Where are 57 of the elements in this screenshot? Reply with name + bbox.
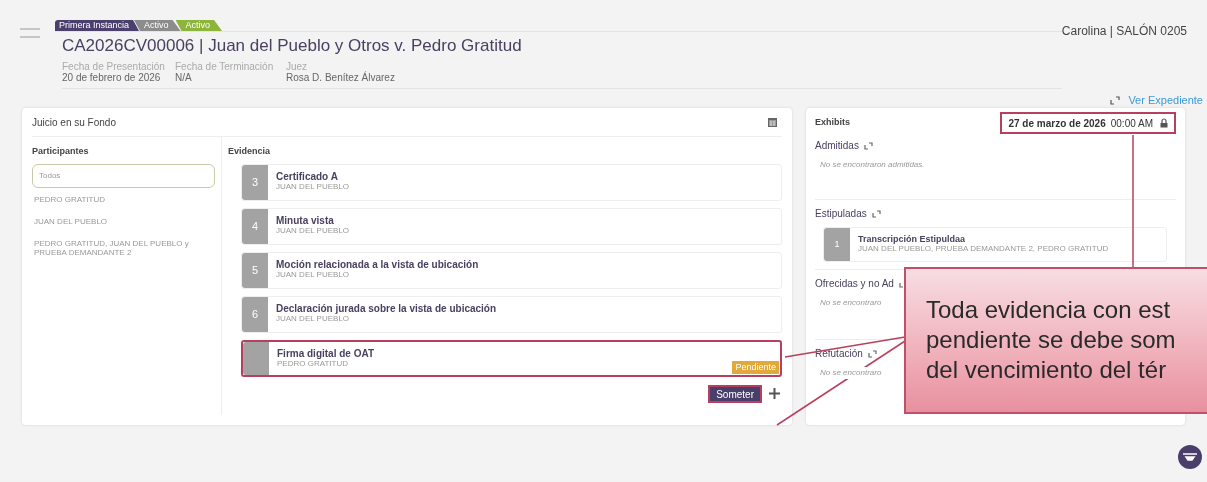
expand-icon[interactable] [867, 349, 877, 358]
add-icon[interactable] [769, 388, 780, 399]
section-title: Refutación [815, 347, 863, 361]
number-tab: 6 [242, 296, 268, 332]
exhibit-title: Transcripción Estipuldaa [858, 234, 967, 244]
evidence-party: JUAN DEL PUEBLO [276, 181, 350, 192]
number-tab: 5 [242, 252, 268, 288]
evidence-card[interactable]: 6 Declaración jurada sobre la vista de ubicación JUAN DEL PUEBLO [241, 295, 782, 333]
status-badge: Pendiente [732, 360, 779, 374]
expand-icon[interactable] [1110, 95, 1121, 105]
field-label: Juez [286, 61, 309, 72]
status-badge: Activo [175, 20, 223, 31]
panel-title: Juicio en su Fondo [32, 115, 116, 130]
column-heading: Evidencia [228, 145, 272, 158]
field-label: Fecha de Terminación [175, 61, 275, 72]
evidence-party: JUAN DEL PUEBLO [276, 313, 350, 324]
number-tab: 4 [242, 208, 268, 244]
deadline-time: 00:00 AM [1110, 116, 1153, 131]
submit-button[interactable]: Someter [708, 384, 762, 403]
number-tab: 3 [242, 164, 268, 200]
user-location: Carolina | SALÓN 0205 [1061, 22, 1187, 40]
field-value: 20 de febrero de 2026 [62, 72, 162, 83]
evidence-title: Declaración jurada sobre la vista de ubicación [276, 302, 497, 314]
callout-text: Toda evidencia con est [926, 295, 1171, 325]
field-value: N/A [175, 72, 193, 83]
evidence-card[interactable]: 3 Certificado A JUAN DEL PUEBLO [241, 163, 782, 201]
number-tab [243, 341, 269, 375]
evidence-title: Firma digital de OAT [277, 347, 375, 359]
section-title: Admitidas [815, 139, 859, 153]
section-title: Estipuladas [815, 207, 867, 221]
exhibit-party: JUAN DEL PUEBLO, PRUEBA DEMANDANTE 2, PEDRO GRATITUD [858, 244, 1109, 254]
expand-icon[interactable] [863, 141, 873, 150]
number-tab: 1 [824, 228, 850, 261]
field-value: Rosa D. Benítez Álvarez [286, 72, 396, 83]
evidence-card[interactable]: Firma digital de OAT PEDRO GRATITUD Pendiente [241, 339, 782, 377]
callout-text: pendiente se debe som [926, 325, 1176, 355]
lock-icon[interactable] [1160, 118, 1168, 128]
status-badge: Primera Instancia [55, 20, 140, 31]
evidence-party: JUAN DEL PUEBLO [276, 225, 350, 236]
evidence-title: Moción relacionada a la vista de ubicación [276, 258, 479, 270]
calendar-icon[interactable] [768, 117, 777, 127]
evidence-party: PEDRO GRATITUD [277, 358, 349, 369]
evidence-title: Certificado A [276, 170, 339, 182]
empty-message: No se encontraro [820, 367, 882, 379]
exhibit-card[interactable]: 1 Transcripción Estipuldaa JUAN DEL PUEBLO, PRUEBA DEMANDANTE 2, PEDRO GRATITUD [823, 227, 1167, 262]
evidence-card[interactable]: 5 Moción relacionada a la vista de ubicación JUAN DEL PUEBLO [241, 251, 782, 289]
evidence-card[interactable]: 4 Minuta vista JUAN DEL PUEBLO [241, 207, 782, 245]
case-title: CA2026CV00006 | Juan del Pueblo y Otros v. Pedro Gratitud [62, 35, 523, 57]
column-heading: Participantes [32, 145, 90, 158]
panel-title: Exhibits [815, 116, 850, 130]
expand-icon[interactable] [871, 209, 881, 218]
section-title: Ofrecidas y no Ad [815, 277, 894, 291]
callout-text: del vencimiento del tér [926, 355, 1167, 385]
deadline-date: 27 de marzo de 2026 [1008, 116, 1106, 131]
field-label: Fecha de Presentación [62, 61, 166, 72]
evidence-title: Minuta vista [276, 214, 335, 226]
evidence-party: JUAN DEL PUEBLO [276, 269, 351, 280]
